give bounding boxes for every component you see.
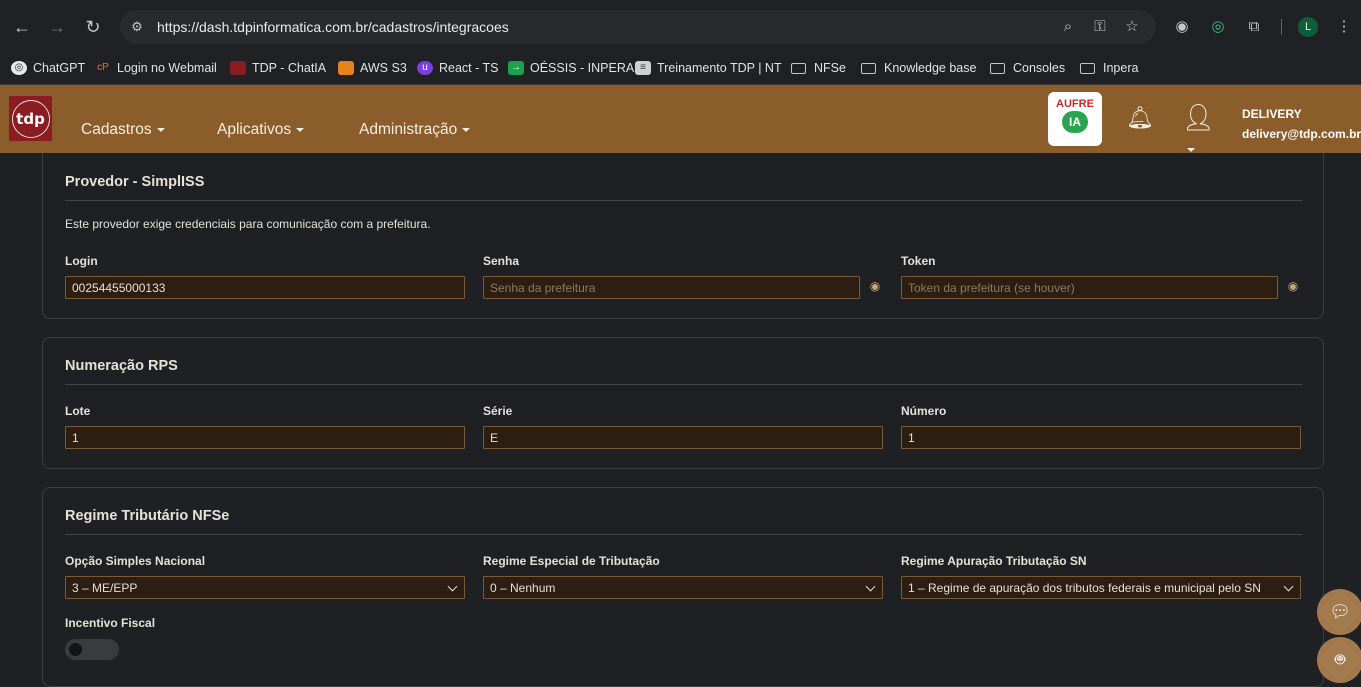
provider-description: Este provedor exige credenciais para com… (65, 217, 431, 231)
chat-bubble-icon: IA (1062, 111, 1088, 133)
incentivo-toggle[interactable] (65, 639, 119, 660)
address-bar[interactable]: ⚙ https://dash.tdpinformatica.com.br/cad… (120, 10, 1156, 44)
forward-icon[interactable]: → (44, 14, 70, 40)
app-header: tdp Cadastros Aplicativos Administração … (0, 85, 1361, 153)
password-key-icon[interactable]: ⚿ (1090, 17, 1110, 37)
password-label: Senha (483, 254, 520, 268)
eye-icon[interactable]: ◉ (1285, 280, 1301, 292)
login-label: Login (65, 254, 98, 268)
menu-administracao[interactable]: Administração (359, 121, 471, 139)
chat-button[interactable]: 💬︎ (1317, 589, 1361, 635)
aws-s3-icon (338, 61, 354, 75)
bookmark-nfse[interactable]: NFSe (791, 57, 846, 79)
extension-glasses-icon[interactable]: ◉ (1171, 16, 1193, 38)
especial-select[interactable]: 0 – Nenhum (483, 576, 883, 599)
aufre-ia-button[interactable]: AUFRE IA (1048, 92, 1102, 146)
rps-card: Numeração RPS (42, 337, 1324, 469)
bookmark-chatgpt[interactable]: ◎ ChatGPT (11, 57, 85, 79)
reload-icon[interactable]: ↻ (80, 14, 106, 40)
chevron-down-icon (447, 581, 458, 592)
caret-down-icon (1187, 148, 1195, 153)
especial-label: Regime Especial de Tributação (483, 554, 660, 568)
divider (65, 200, 1302, 201)
divider (65, 534, 1302, 535)
chevron-down-icon (865, 581, 876, 592)
lote-input[interactable]: 1 (65, 426, 465, 449)
extension-target-icon[interactable]: ◎ (1207, 16, 1229, 38)
chevron-down-icon (1283, 581, 1294, 592)
caret-down-icon (156, 127, 165, 132)
lote-label: Lote (65, 404, 91, 418)
folder-icon (990, 62, 1005, 74)
folder-icon (791, 62, 806, 74)
document-icon: ≡ (635, 61, 651, 75)
numero-input[interactable]: 1 (901, 426, 1301, 449)
caret-down-icon (296, 127, 305, 132)
robot-button[interactable]: 🤖︎ (1317, 637, 1361, 683)
bookmark-aws-s3[interactable]: AWS S3 (338, 57, 407, 79)
tdp-logo[interactable]: tdp (9, 96, 52, 141)
bookmark-star-icon[interactable]: ☆ (1122, 17, 1142, 37)
folder-icon (861, 62, 876, 74)
robot-icon: 🤖︎ (1334, 650, 1346, 669)
react-icon: u (417, 61, 433, 75)
toolbar-divider (1281, 19, 1282, 35)
chatgpt-icon: ◎ (11, 61, 27, 75)
caret-down-icon (462, 127, 471, 132)
browser-toolbar: ← → ↻ ⚙ https://dash.tdpinformatica.com.… (0, 0, 1361, 53)
provider-title: Provedor - SimplISS (65, 174, 205, 190)
token-label: Token (901, 254, 936, 268)
bookmark-treinamento[interactable]: ≡ Treinamento TDP | NT (635, 57, 782, 79)
bookmark-oessis-inpera[interactable]: → OÉSSIS - INPERA (508, 57, 634, 79)
simples-select[interactable]: 3 – ME/EPP (65, 576, 465, 599)
serie-input[interactable]: E (483, 426, 883, 449)
bookmark-webmail[interactable]: cP Login no Webmail (95, 57, 217, 79)
user-menu[interactable]: 👤︎ (1182, 102, 1224, 153)
bell-icon[interactable]: 🔔︎ (1126, 105, 1154, 133)
bookmark-react-ts[interactable]: u React - TS (417, 57, 499, 79)
apuracao-select[interactable]: 1 – Regime de apuração dos tributos fede… (901, 576, 1301, 599)
bookmarks-bar: ◎ ChatGPT cP Login no Webmail TDP - ChatIA… (0, 53, 1361, 85)
tdp-icon (230, 61, 246, 75)
logo-text: tdp (11, 99, 50, 138)
simples-value: 3 – ME/EPP (72, 581, 138, 595)
user-name: DELIVERY (1242, 107, 1302, 121)
cpanel-icon: cP (97, 62, 109, 73)
folder-icon (1080, 62, 1095, 74)
profile-avatar[interactable]: L (1298, 17, 1318, 37)
bookmark-inpera[interactable]: Inpera (1080, 57, 1138, 79)
oessis-icon: → (508, 61, 524, 75)
serie-label: Série (483, 404, 513, 418)
apuracao-label: Regime Apuração Tributação SN (901, 554, 1087, 568)
browser-menu-icon[interactable]: ⋮ (1333, 16, 1355, 38)
regime-title: Regime Tributário NFSe (65, 508, 230, 524)
password-input[interactable]: Senha da prefeitura (483, 276, 860, 299)
toggle-knob (69, 643, 82, 656)
numero-label: Número (901, 404, 947, 418)
site-settings-icon[interactable]: ⚙ (128, 18, 146, 36)
back-icon[interactable]: ← (9, 14, 35, 40)
aufre-label: AUFRE (1056, 98, 1094, 110)
user-email: delivery@tdp.com.br (1242, 127, 1361, 141)
eye-icon[interactable]: ◉ (867, 280, 883, 292)
rps-title: Numeração RPS (65, 358, 178, 374)
zoom-icon[interactable]: ⌕ (1058, 17, 1078, 37)
login-input[interactable]: 00254455000133 (65, 276, 465, 299)
bookmark-consoles[interactable]: Consoles (990, 57, 1065, 79)
extensions-puzzle-icon[interactable]: ⧉ (1243, 16, 1265, 38)
divider (65, 384, 1302, 385)
apuracao-value: 1 – Regime de apuração dos tributos fede… (908, 581, 1261, 595)
bookmark-tdp-chatia[interactable]: TDP - ChatIA (230, 57, 326, 79)
especial-value: 0 – Nenhum (490, 581, 556, 595)
chat-icon: 💬︎ (1329, 602, 1351, 621)
menu-aplicativos[interactable]: Aplicativos (217, 121, 305, 139)
bookmark-knowledge-base[interactable]: Knowledge base (861, 57, 976, 79)
url-text[interactable]: https://dash.tdpinformatica.com.br/cadas… (157, 19, 509, 35)
user-icon: 👤︎ (1182, 102, 1216, 132)
incentivo-label: Incentivo Fiscal (65, 616, 156, 630)
menu-cadastros[interactable]: Cadastros (81, 121, 165, 139)
simples-label: Opção Simples Nacional (65, 554, 206, 568)
token-input[interactable]: Token da prefeitura (se houver) (901, 276, 1278, 299)
